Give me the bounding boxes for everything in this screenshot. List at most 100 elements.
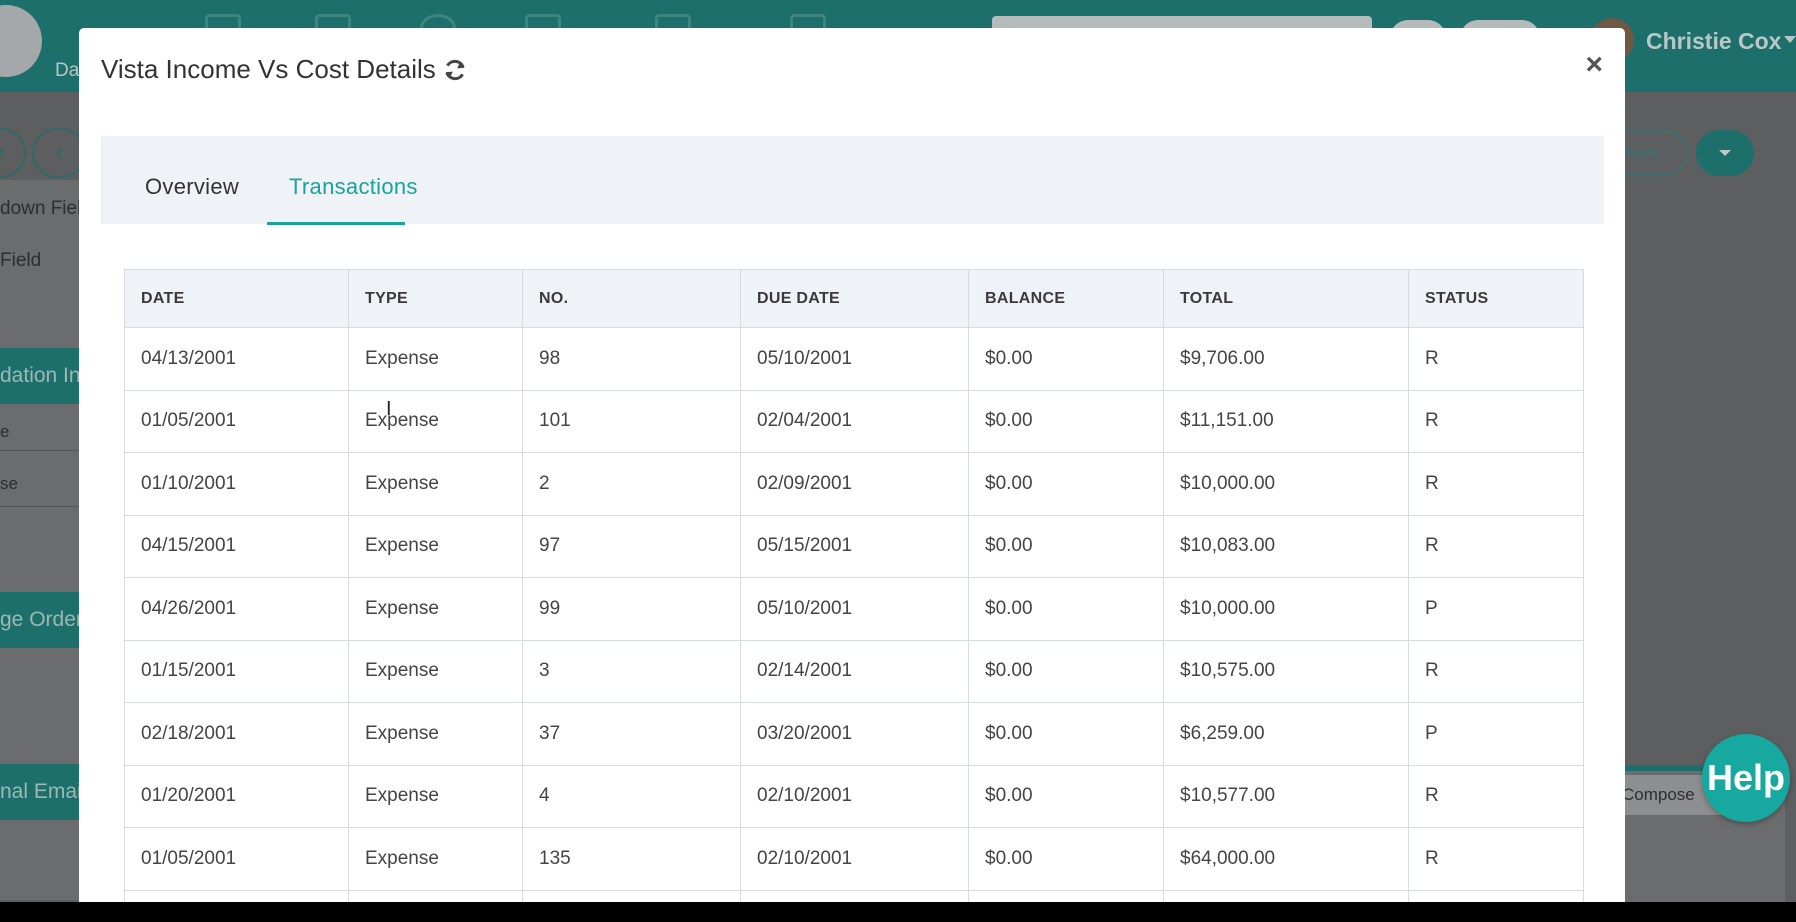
table-row[interactable]: 04/26/2001 Expense 99 05/10/2001 $0.00 $… [124, 577, 1584, 641]
table-row[interactable]: 04/15/2001 Expense 97 05/15/2001 $0.00 $… [124, 514, 1584, 578]
cell-due-date: 02/04/2001 [740, 389, 969, 453]
table-row[interactable]: 04/13/2001 Expense 98 05/10/2001 $0.00 $… [124, 327, 1584, 391]
screen: Da Christie Cox « ‹ Save down Fiel Field… [0, 0, 1796, 902]
cell-due-date: 05/15/2001 [740, 514, 969, 578]
cell-date: 01/20/2001 [124, 764, 349, 828]
cell-due-date: 02/10/2001 [740, 764, 969, 828]
cell-date: 01/05/2001 [124, 389, 349, 453]
cell-no: 99 [522, 577, 741, 641]
refresh-icon[interactable] [442, 57, 468, 83]
cell-balance: $0.00 [968, 389, 1164, 453]
left-item-3[interactable]: e [0, 422, 9, 442]
cell-no: 97 [522, 514, 741, 578]
divider [0, 506, 80, 507]
income-vs-cost-modal: Vista Income Vs Cost Details × Overview … [79, 28, 1625, 902]
cell-status: R [1408, 764, 1584, 828]
cell-balance: $0.00 [968, 827, 1164, 891]
tabs-bar: Overview Transactions [101, 136, 1604, 224]
cell-status: R [1408, 452, 1584, 516]
cell-status: R [1408, 389, 1584, 453]
modal-title-row: Vista Income Vs Cost Details [101, 54, 468, 85]
cell-type: Expense [348, 452, 523, 516]
table-row[interactable]: 01/05/2001 Expense 101 02/04/2001 $0.00 … [124, 389, 1584, 453]
cell-due-date: 02/10/2001 [740, 827, 969, 891]
column-header-no[interactable]: NO. [522, 269, 741, 328]
cell-type: Expense [348, 764, 523, 828]
table-row[interactable]: 01/15/2001 Expense 3 02/14/2001 $0.00 $1… [124, 639, 1584, 703]
table-row[interactable] [124, 889, 1584, 902]
cell-type: Expense [348, 702, 523, 766]
cell-date: 01/10/2001 [124, 452, 349, 516]
cell-type: Expense [348, 389, 523, 453]
table-row[interactable]: 01/10/2001 Expense 2 02/09/2001 $0.00 $1… [124, 452, 1584, 516]
column-header-balance[interactable]: BALANCE [968, 269, 1164, 328]
column-header-total[interactable]: TOTAL [1163, 269, 1409, 328]
cell-total: $10,577.00 [1163, 764, 1409, 828]
cell-total: $10,083.00 [1163, 514, 1409, 578]
active-tab-indicator [267, 222, 405, 225]
close-icon[interactable]: × [1585, 50, 1603, 80]
cell-balance: $0.00 [968, 764, 1164, 828]
cell-status: R [1408, 327, 1584, 391]
tab-transactions[interactable]: Transactions [289, 174, 418, 200]
cell-balance: $0.00 [968, 702, 1164, 766]
cell-status: P [1408, 577, 1584, 641]
user-name[interactable]: Christie Cox [1646, 28, 1781, 55]
previous-page-button[interactable]: ‹ [32, 128, 86, 178]
cell-no: 101 [522, 389, 741, 453]
cell-balance: $0.00 [968, 639, 1164, 703]
cell-status [1408, 889, 1584, 902]
modal-title: Vista Income Vs Cost Details [101, 54, 436, 84]
cell-no: 3 [522, 639, 741, 703]
nav-dashboard-label[interactable]: Da [55, 60, 79, 82]
left-section-header-2: ge Order [0, 592, 80, 648]
column-header-date[interactable]: DATE [124, 269, 349, 328]
cell-type: Expense [348, 639, 523, 703]
first-page-button[interactable]: « [0, 128, 26, 178]
cell-total: $64,000.00 [1163, 827, 1409, 891]
left-item-1[interactable]: down Fiel [0, 198, 81, 220]
app-logo[interactable] [0, 5, 42, 77]
divider [0, 450, 80, 451]
table-row[interactable]: 01/05/2001 Expense 135 02/10/2001 $0.00 … [124, 827, 1584, 891]
table-row[interactable]: 01/20/2001 Expense 4 02/10/2001 $0.00 $1… [124, 764, 1584, 828]
text-cursor-icon: I [386, 398, 392, 420]
transactions-table: DATE TYPE NO. DUE DATE BALANCE TOTAL STA… [124, 269, 1584, 902]
column-header-status[interactable]: STATUS [1408, 269, 1584, 328]
column-header-type[interactable]: TYPE [348, 269, 523, 328]
bottom-black-bar [0, 902, 1796, 922]
left-section-header-3: nal Email [0, 764, 80, 820]
cell-total: $10,575.00 [1163, 639, 1409, 703]
cell-no: 2 [522, 452, 741, 516]
cell-due-date: 05/10/2001 [740, 327, 969, 391]
cell-total: $10,000.00 [1163, 577, 1409, 641]
cell-no [522, 889, 741, 902]
save-options-dropdown[interactable] [1696, 130, 1754, 176]
cell-type: Expense [348, 327, 523, 391]
cell-balance: $0.00 [968, 327, 1164, 391]
cell-status: R [1408, 827, 1584, 891]
cell-type: Expense [348, 827, 523, 891]
tab-overview[interactable]: Overview [145, 174, 239, 200]
cell-balance: $0.00 [968, 452, 1164, 516]
left-item-4[interactable]: se [0, 474, 18, 494]
help-button[interactable]: Help [1702, 734, 1790, 822]
table-header-row: DATE TYPE NO. DUE DATE BALANCE TOTAL STA… [124, 269, 1584, 328]
cell-date: 01/15/2001 [124, 639, 349, 703]
column-header-due-date[interactable]: DUE DATE [740, 269, 969, 328]
cell-due-date: 02/09/2001 [740, 452, 969, 516]
cell-no: 4 [522, 764, 741, 828]
cell-status: R [1408, 639, 1584, 703]
cell-no: 37 [522, 702, 741, 766]
cell-type: Expense [348, 577, 523, 641]
chevron-down-icon[interactable] [1784, 36, 1796, 43]
cell-due-date: 03/20/2001 [740, 702, 969, 766]
cell-total: $10,000.00 [1163, 452, 1409, 516]
left-item-2[interactable]: Field [0, 250, 41, 272]
left-panel: down Fiel Field dation Inc e se ge Order… [0, 180, 81, 900]
cell-due-date: 02/14/2001 [740, 639, 969, 703]
cell-status: P [1408, 702, 1584, 766]
cell-balance: $0.00 [968, 514, 1164, 578]
cell-balance [968, 889, 1164, 902]
table-row[interactable]: 02/18/2001 Expense 37 03/20/2001 $0.00 $… [124, 702, 1584, 766]
